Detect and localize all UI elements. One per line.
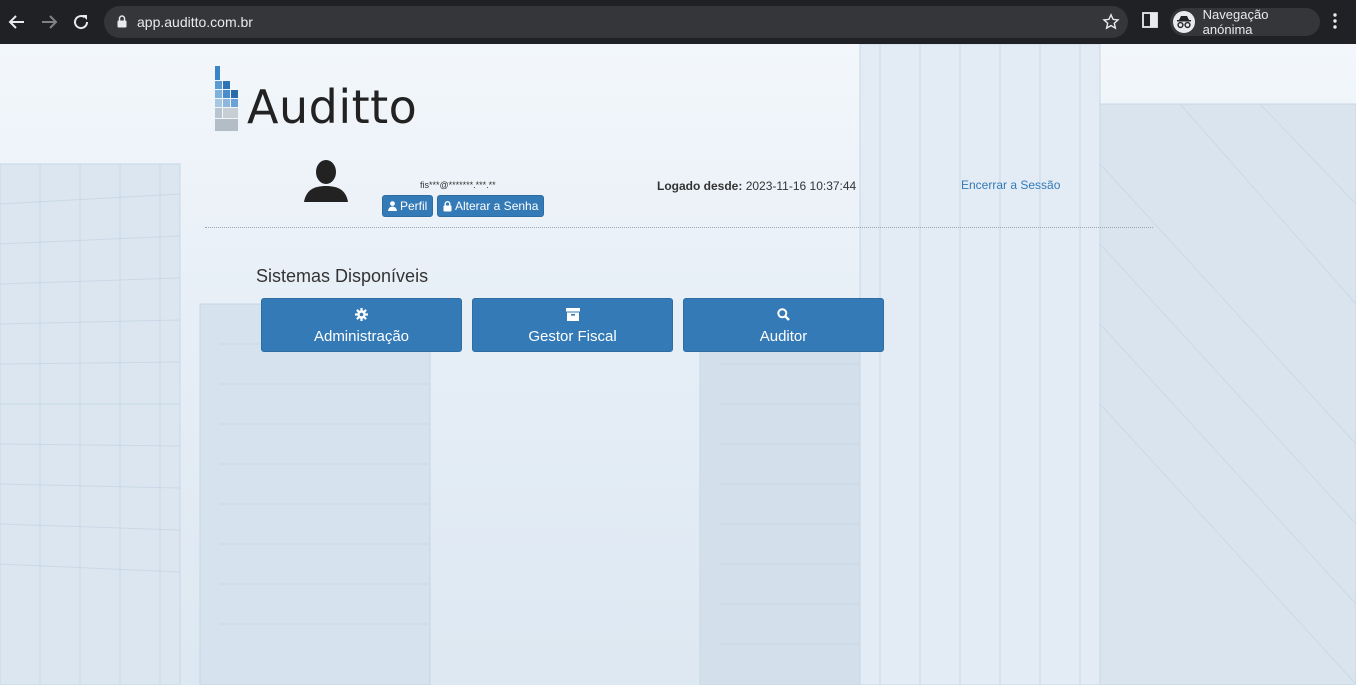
- incognito-indicator[interactable]: Navegação anónima: [1170, 7, 1320, 37]
- gear-icon: [262, 308, 461, 321]
- section-title: Sistemas Disponíveis: [256, 266, 429, 286]
- user-email: fis***@*******.***.**: [420, 180, 496, 190]
- user-avatar-icon: [304, 160, 348, 207]
- search-icon: [684, 308, 883, 321]
- alterar-senha-label: Alterar a Senha: [455, 199, 539, 213]
- reload-icon: [74, 15, 89, 30]
- perfil-label: Perfil: [400, 199, 428, 213]
- lock-icon: [443, 200, 452, 211]
- gestor-fiscal-label: Gestor Fiscal: [528, 328, 617, 345]
- auditor-button[interactable]: Auditor: [683, 298, 884, 352]
- administracao-label: Administração: [313, 328, 410, 345]
- administracao-button[interactable]: Administração: [261, 298, 462, 352]
- url-text: app.auditto.com.br: [137, 14, 253, 30]
- perfil-button[interactable]: Perfil: [382, 195, 434, 217]
- back-button[interactable]: [5, 10, 29, 34]
- star-icon[interactable]: [1102, 13, 1120, 36]
- auditto-logo: Auditto: [214, 66, 418, 136]
- reload-button[interactable]: [69, 10, 93, 34]
- divider: [205, 227, 1153, 228]
- forward-button[interactable]: [37, 10, 61, 34]
- logged-since-label: Logado desde:: [657, 179, 743, 193]
- archive-icon: [473, 308, 672, 321]
- logged-since: Logado desde: 2023-11-16 10:37:44: [657, 179, 856, 193]
- arrow-left-icon: [8, 15, 24, 29]
- page-content: Auditto fis***@*******.***.** Perfil Alt…: [0, 44, 1356, 685]
- logout-link[interactable]: Encerrar a Sessão: [961, 178, 1060, 192]
- menu-icon[interactable]: [1332, 12, 1338, 35]
- gestor-fiscal-button[interactable]: Gestor Fiscal: [472, 298, 673, 352]
- logo-mark-icon: [215, 66, 238, 131]
- address-bar[interactable]: app.auditto.com.br: [104, 6, 1128, 38]
- logo-text: Auditto: [247, 80, 418, 134]
- buildings-background: [0, 44, 1356, 685]
- side-panel-button[interactable]: [1142, 12, 1158, 33]
- side-panel-icon: [1142, 12, 1158, 28]
- incognito-icon: [1173, 11, 1195, 33]
- user-icon: [388, 201, 397, 211]
- lock-icon: [117, 15, 127, 33]
- logged-since-value: 2023-11-16 10:37:44: [745, 179, 857, 193]
- auditor-label: Auditor: [759, 328, 808, 345]
- alterar-senha-button[interactable]: Alterar a Senha: [437, 195, 545, 217]
- incognito-label: Navegação anónima: [1202, 7, 1269, 37]
- browser-toolbar: app.auditto.com.br Navegação anónima: [0, 0, 1356, 44]
- arrow-right-icon: [42, 15, 58, 29]
